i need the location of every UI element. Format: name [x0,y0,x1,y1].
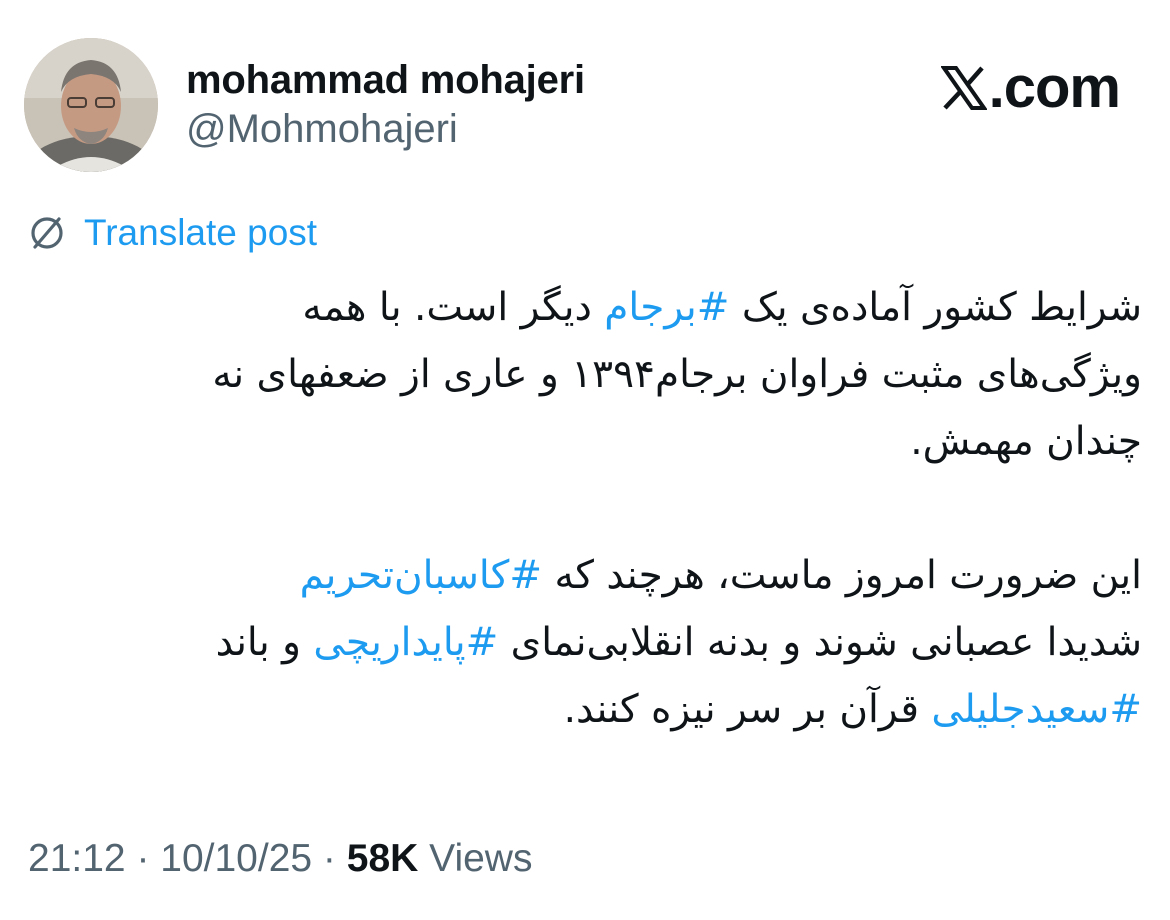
tweet-line: ویژگی‌های مثبت فراوان برجام۱۳۹۴ و عاری ا… [212,352,1142,397]
tweet-time[interactable]: 21:12 [28,837,126,880]
tweet-paragraph-2: این ضرورت امروز ماست، هرچند که #کاسبان‌ت… [24,542,1142,743]
tweet-line: شدیدا عصبانی شوند و بدنه انقلابی‌نمای #پ… [24,609,1142,676]
tweet-text-span: دیگر است. با همه [302,285,605,330]
tweet-line: این ضرورت امروز ماست، هرچند که #کاسبان‌ت… [24,542,1142,609]
tweet-date[interactable]: 10/10/25 [160,837,312,880]
x-logo-icon [940,66,987,110]
author-display-name[interactable]: mohammad mohajeri [186,58,585,102]
tweet-line: شرایط کشور آماده‌ی یک #برجام دیگر است. ب… [24,274,1142,341]
tweet-meta: 21:12 · 10/10/25 · 58K Views [28,834,532,884]
translate-post-link[interactable]: Translate post [28,210,317,256]
tweet-line: چندان مهمش. [910,419,1142,464]
tweet-text-span: قرآن بر سر نیزه کنند. [563,687,932,732]
hashtag-barjam[interactable]: #برجام [604,285,729,330]
tweet-paragraph-1: شرایط کشور آماده‌ی یک #برجام دیگر است. ب… [24,274,1142,475]
tweet-text-span: این ضرورت امروز ماست، هرچند که [542,553,1142,598]
meta-separator: · [125,837,161,880]
brand-text: .com [988,55,1121,120]
tweet-text-span: شرایط کشور آماده‌ی یک [729,285,1142,330]
tweet-text-span: شدیدا عصبانی شوند و بدنه انقلابی‌نمای [498,620,1142,665]
tweet-text-span: و باند [215,620,314,665]
hashtag-paydarichi[interactable]: #پایداریچی [313,620,498,665]
author-handle[interactable]: @Mohmohajeri [186,104,585,154]
views-count[interactable]: 58K [347,837,419,880]
tweet-text: شرایط کشور آماده‌ی یک #برجام دیگر است. ب… [24,274,1142,743]
author-block: mohammad mohajeri @Mohmohajeri [186,58,585,154]
tweet-line: #سعیدجلیلی قرآن بر سر نیزه کنند. [24,676,1142,743]
translate-globe-icon [31,217,63,249]
avatar[interactable] [24,38,158,172]
brand-watermark: .com [940,55,1121,120]
hashtag-kasebane-tahrim[interactable]: #کاسبان‌تحریم [300,553,542,598]
translate-post-label: Translate post [84,212,318,253]
meta-separator: · [312,837,347,880]
views-label: Views [418,837,533,880]
hashtag-saeed-jalili[interactable]: #سعیدجلیلی [931,687,1142,732]
tweet-card: mohammad mohajeri @Mohmohajeri .com Tran… [0,0,1170,920]
avatar-photo [24,38,158,172]
